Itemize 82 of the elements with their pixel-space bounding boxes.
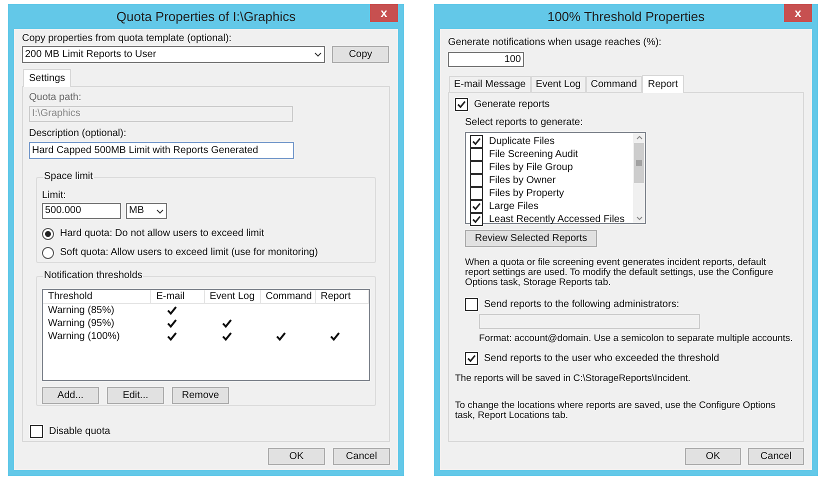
close-button[interactable]: x	[784, 4, 812, 22]
limit-field[interactable]: 500.000	[42, 203, 121, 219]
change-location-text: To change the locations where reports are saved, use the Configure Options task, Report Locations tab.	[455, 401, 777, 421]
field-label: Limit:	[42, 190, 67, 202]
radio-label: Soft quota: Allow users to exceed limit (use for monitoring)	[60, 247, 318, 259]
checkbox[interactable]	[30, 425, 43, 438]
copy-button[interactable]: Copy	[332, 46, 389, 63]
column-header[interactable]: Report	[316, 290, 370, 303]
field-label: Select reports to generate:	[465, 117, 584, 129]
dialog-button[interactable]: Cancel	[333, 448, 390, 465]
list-item: File Screening Audit	[489, 148, 578, 160]
unit-dropdown[interactable]: MB	[126, 203, 167, 219]
administrators-field[interactable]	[479, 314, 700, 329]
checkbox-label: Disable quota	[49, 426, 110, 438]
scrollbar[interactable]	[633, 133, 645, 223]
path-field: I:\Graphics	[29, 106, 293, 122]
radio-button[interactable]	[42, 228, 54, 240]
field-label: Description (optional):	[29, 128, 128, 140]
checkbox[interactable]	[470, 200, 483, 213]
table-cell-text: Warning (100%)	[47, 330, 121, 342]
dialog-button[interactable]: OK	[268, 448, 325, 465]
grip-icon	[636, 160, 642, 166]
check-icon	[167, 332, 178, 341]
list-item: Duplicate Files	[489, 136, 555, 148]
list-button[interactable]: Add...	[42, 387, 99, 404]
field-label: Copy properties from quota template (optional):	[22, 33, 233, 45]
column-header[interactable]: E-mail	[151, 290, 205, 303]
column-header[interactable]: Event Log	[204, 290, 261, 303]
list-button[interactable]: Edit...	[107, 387, 164, 404]
review-button[interactable]: Review Selected Reports	[465, 230, 597, 247]
checkbox-label: Send reports to the following administrators:	[484, 298, 680, 310]
checkbox[interactable]	[470, 148, 483, 161]
checkbox[interactable]	[470, 187, 483, 200]
checkbox[interactable]	[465, 352, 478, 365]
tab[interactable]: E-mail Message	[449, 76, 531, 92]
tab[interactable]: Event Log	[530, 76, 586, 92]
column-header[interactable]: Command	[260, 290, 316, 303]
checkbox-label: Generate reports	[474, 98, 550, 110]
field-label: Quota path:	[29, 92, 82, 104]
check-icon	[167, 306, 178, 315]
tab[interactable]: Settings	[23, 69, 72, 87]
checkbox[interactable]	[470, 213, 483, 226]
list-item: Files by File Group	[489, 162, 573, 174]
check-icon	[276, 332, 286, 341]
checkbox[interactable]	[470, 135, 483, 148]
close-button[interactable]: x	[370, 4, 398, 22]
dialog-button[interactable]: Cancel	[748, 448, 804, 465]
list-item: Files by Property	[489, 188, 564, 200]
field-label: Generate notifications when usage reaches (%):	[448, 37, 662, 49]
scrollbar-thumb[interactable]	[634, 143, 644, 183]
list-item: Large Files	[489, 200, 538, 212]
group-title: Space limit	[43, 171, 94, 183]
check-icon	[222, 332, 232, 341]
tab[interactable]: Report	[642, 75, 684, 93]
check-icon	[167, 319, 178, 328]
checkbox[interactable]	[470, 174, 483, 187]
check-icon	[222, 319, 232, 328]
description-field[interactable]: Hard Capped 500MB Limit with Reports Generated	[29, 142, 294, 159]
format-hint: Format: account@domain. Use a semicolon to separate multiple accounts.	[479, 333, 794, 345]
chevron-down-icon	[314, 52, 322, 57]
dialog-button[interactable]: OK	[685, 448, 741, 465]
checkbox[interactable]	[470, 161, 483, 174]
info-text: When a quota or file screening event generates incident reports, default report settings are used. To modify the default settings, use the Configure Options task, Storage Reports tab.	[465, 258, 774, 288]
list-item: Least Recently Accessed Files	[489, 214, 625, 226]
window-title: 100% Threshold Properties	[547, 8, 705, 26]
chevron-down-icon	[156, 208, 164, 214]
window-title: Quota Properties of I:\Graphics	[116, 8, 296, 26]
list-button[interactable]: Remove	[172, 387, 229, 404]
saved-location-text: The reports will be saved in C:\StorageReports\Incident.	[455, 373, 692, 385]
list-item: Files by Owner	[489, 174, 556, 186]
checkbox[interactable]	[455, 98, 468, 111]
check-icon	[330, 332, 340, 341]
radio-button[interactable]	[42, 247, 54, 259]
template-dropdown[interactable]: 200 MB Limit Reports to User	[22, 46, 325, 63]
usage-field[interactable]: 100	[448, 52, 524, 67]
radio-label: Hard quota: Do not allow users to exceed limit	[60, 228, 264, 240]
column-header[interactable]: Threshold	[43, 290, 152, 303]
checkbox[interactable]	[465, 298, 478, 311]
tab[interactable]: Command	[586, 76, 642, 92]
checkbox-label: Send reports to the user who exceeded the threshold	[484, 352, 720, 364]
table-cell-text: Warning (95%)	[47, 318, 116, 330]
table-cell-text: Warning (85%)	[47, 304, 116, 316]
